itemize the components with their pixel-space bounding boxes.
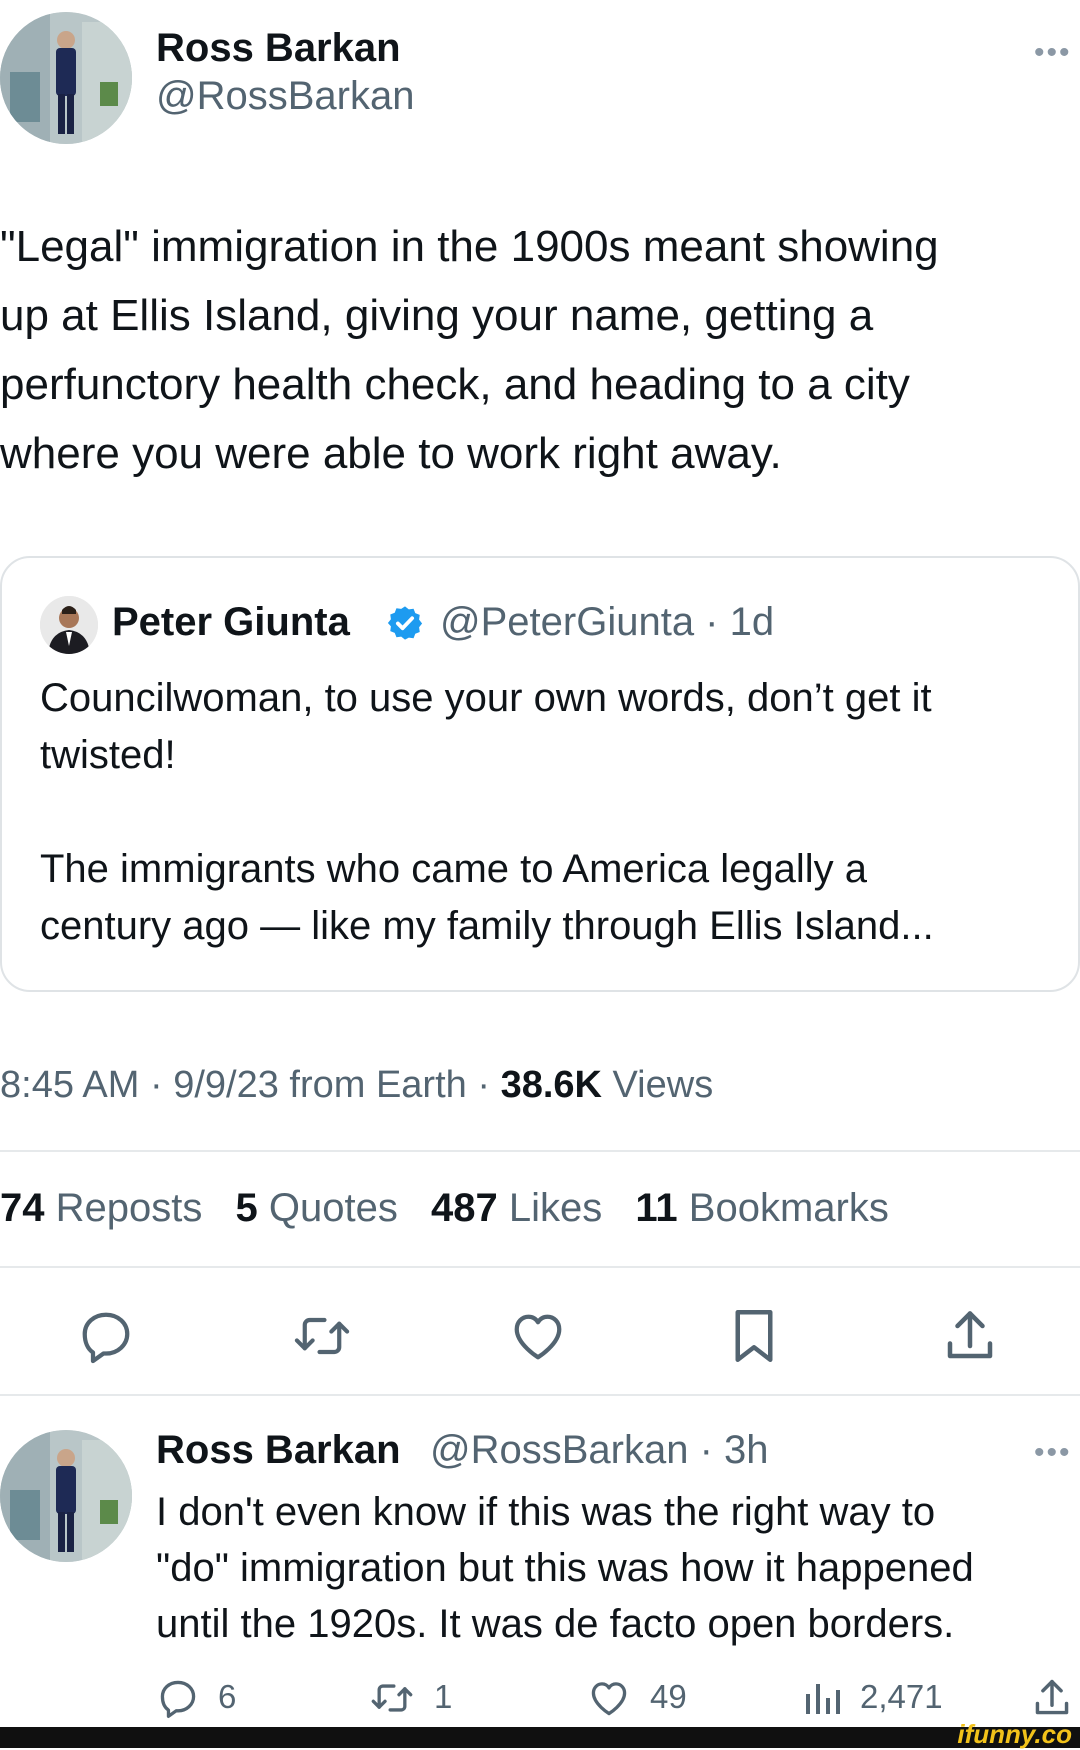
reposts-label: Reposts bbox=[55, 1186, 203, 1230]
reply-text-line: "do" immigration but this was how it hap… bbox=[156, 1546, 974, 1590]
bookmarks-count: 11 bbox=[635, 1186, 678, 1230]
reply-author-avatar[interactable] bbox=[0, 1430, 132, 1562]
views-count: 38.6K bbox=[500, 1064, 602, 1106]
like-icon[interactable] bbox=[508, 1306, 568, 1366]
quoted-text-line: Councilwoman, to use your own words, don… bbox=[40, 676, 932, 720]
quoted-author-avatar[interactable] bbox=[40, 596, 98, 654]
reply-author-name[interactable]: Ross Barkan bbox=[156, 1428, 401, 1473]
timestamp-source[interactable]: 8:45 AM · 9/9/23 from Earth · bbox=[0, 1064, 501, 1106]
reply-share-icon[interactable] bbox=[1032, 1676, 1072, 1720]
reply-text-line: until the 1920s. It was de facto open bo… bbox=[156, 1602, 955, 1646]
reply-views-count: 2,471 bbox=[860, 1678, 943, 1715]
quoted-tweet-card[interactable]: Peter Giunta @PeterGiunta · 1d Councilwo… bbox=[0, 556, 1080, 992]
quotes-count: 5 bbox=[235, 1186, 258, 1230]
author-avatar[interactable] bbox=[0, 12, 132, 144]
tweet-text-line: perfunctory health check, and heading to… bbox=[0, 360, 910, 409]
views-label: Views bbox=[601, 1064, 714, 1106]
reply-repost-icon[interactable] bbox=[368, 1676, 416, 1720]
quoted-author-handle-time[interactable]: @PeterGiunta · 1d bbox=[440, 600, 774, 645]
reply-text: I don't even know if this was the right … bbox=[156, 1484, 1076, 1652]
tweet-text-line: where you were able to work right away. bbox=[0, 429, 782, 478]
reply-author-handle-time[interactable]: @RossBarkan · 3h bbox=[430, 1428, 769, 1473]
reply-more-options-icon[interactable]: ••• bbox=[1034, 1436, 1072, 1470]
tweet-text-line: "Legal" immigration in the 1900s meant s… bbox=[0, 222, 939, 271]
verified-badge-icon bbox=[386, 604, 424, 642]
quoted-text-line: The immigrants who came to America legal… bbox=[40, 847, 867, 891]
tweet-meta: 8:45 AM · 9/9/23 from Earth · 38.6K View… bbox=[0, 1064, 713, 1107]
ifunny-watermark: ifunny.co bbox=[957, 1719, 1072, 1749]
likes-label: Likes bbox=[508, 1186, 603, 1230]
reply-reply-icon[interactable] bbox=[156, 1676, 200, 1720]
watermark-bar bbox=[0, 1727, 1080, 1748]
quoted-author-name[interactable]: Peter Giunta bbox=[112, 600, 350, 645]
author-handle[interactable]: @RossBarkan bbox=[156, 74, 414, 119]
reply-text-line: I don't even know if this was the right … bbox=[156, 1490, 936, 1534]
reply-like-count: 49 bbox=[650, 1678, 687, 1715]
engagement-stats: 74 Reposts 5 Quotes 487 Likes 11 Bookmar… bbox=[0, 1186, 889, 1231]
divider bbox=[0, 1150, 1080, 1152]
bookmark-icon[interactable] bbox=[726, 1306, 782, 1366]
reply-like-icon[interactable] bbox=[586, 1676, 632, 1720]
divider bbox=[0, 1394, 1080, 1396]
likes-count: 487 bbox=[430, 1186, 498, 1230]
share-icon[interactable] bbox=[942, 1306, 998, 1366]
more-options-icon[interactable]: ••• bbox=[1034, 36, 1072, 70]
reply-icon[interactable] bbox=[76, 1306, 136, 1366]
quoted-text-line: twisted! bbox=[40, 733, 176, 777]
quoted-text-line bbox=[40, 784, 1060, 841]
likes-stat[interactable]: 487 Likes bbox=[431, 1186, 602, 1230]
repost-icon[interactable] bbox=[290, 1306, 354, 1366]
quotes-label: Quotes bbox=[268, 1186, 398, 1230]
quoted-text-line: century ago — like my family through Ell… bbox=[40, 904, 934, 948]
tweet-text-line: up at Ellis Island, giving your name, ge… bbox=[0, 291, 874, 340]
quotes-stat[interactable]: 5 Quotes bbox=[236, 1186, 398, 1230]
reply-action-bar: 6 1 49 2,471 bbox=[156, 1676, 1076, 1720]
reposts-stat[interactable]: 74 Reposts bbox=[0, 1186, 202, 1230]
bookmarks-stat[interactable]: 11 Bookmarks bbox=[635, 1186, 888, 1230]
author-name[interactable]: Ross Barkan bbox=[156, 26, 401, 71]
reposts-count: 74 bbox=[0, 1186, 45, 1230]
divider bbox=[0, 1266, 1080, 1268]
views-chart-icon[interactable] bbox=[802, 1678, 842, 1718]
reply-reply-count: 6 bbox=[218, 1678, 237, 1715]
tweet-text: "Legal" immigration in the 1900s meant s… bbox=[0, 212, 1080, 488]
reply-repost-count: 1 bbox=[434, 1678, 453, 1715]
quoted-tweet-text: Councilwoman, to use your own words, don… bbox=[40, 670, 1060, 955]
bookmarks-label: Bookmarks bbox=[688, 1186, 889, 1230]
